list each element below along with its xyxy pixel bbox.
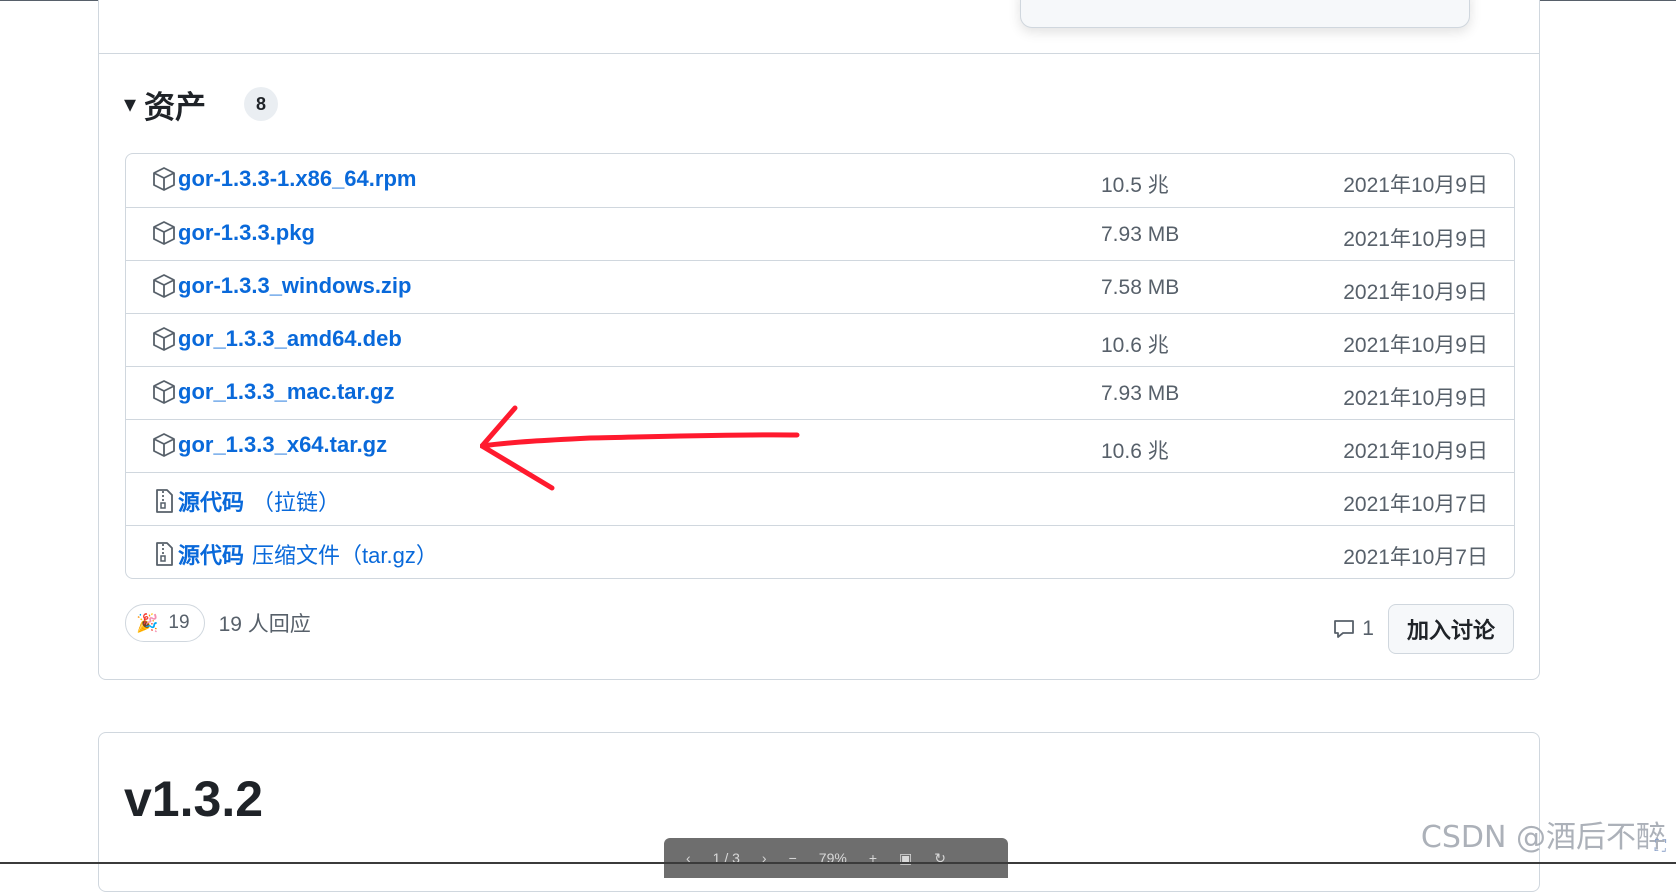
asset-date: 2021年10月7日 (1343, 546, 1488, 569)
file-zip-icon (152, 488, 176, 514)
reaction-summary: 19 人回应 (218, 613, 311, 636)
asset-link[interactable]: gor-1.3.3.pkg (152, 220, 315, 246)
asset-name[interactable]: gor_1.3.3_mac.tar.gz (178, 379, 394, 405)
package-icon (152, 166, 176, 192)
collapse-triangle-icon[interactable]: ▾ (124, 90, 142, 119)
asset-row: 源代码 压缩文件（tar.gz） 2021年10月7日 (126, 525, 1514, 578)
asset-size: 10.6 兆 (1101, 334, 1169, 357)
release-title[interactable]: v1.3.2 (124, 770, 263, 828)
asset-size: 7.58 MB (1101, 276, 1180, 299)
card-divider (99, 53, 1539, 54)
asset-link[interactable]: 源代码 （拉链） (152, 485, 340, 517)
asset-name[interactable]: 源代码 (178, 538, 244, 570)
package-icon (152, 379, 176, 405)
asset-row: gor_1.3.3_x64.tar.gz 10.6 兆 2021年10月9日 (126, 419, 1514, 472)
fit-page-icon[interactable]: ▣ (899, 850, 912, 867)
asset-name[interactable]: gor-1.3.3_windows.zip (178, 273, 411, 299)
asset-row: gor_1.3.3_amd64.deb 10.6 兆 2021年10月9日 (126, 313, 1514, 366)
asset-date: 2021年10月9日 (1343, 174, 1488, 197)
watermark: CSDN @酒后不醉 (1420, 820, 1666, 855)
file-zip-icon (152, 541, 176, 567)
asset-name[interactable]: 源代码 (178, 485, 244, 517)
reaction-button[interactable]: 🎉 19 (125, 604, 205, 642)
assets-title[interactable]: 资产 (144, 82, 206, 127)
assets-header[interactable]: ▾ 资产 8 (124, 82, 278, 127)
asset-date: 2021年10月9日 (1343, 387, 1488, 410)
assets-list: gor-1.3.3-1.x86_64.rpm 10.5 兆 2021年10月9日… (125, 153, 1515, 579)
asset-size: 7.93 MB (1101, 223, 1180, 246)
asset-link[interactable]: 源代码 压缩文件（tar.gz） (152, 538, 438, 570)
asset-date: 2021年10月9日 (1343, 228, 1488, 251)
asset-size: 10.5 兆 (1101, 174, 1169, 197)
asset-row: 源代码 （拉链） 2021年10月7日 (126, 472, 1514, 525)
asset-name[interactable]: gor_1.3.3_x64.tar.gz (178, 432, 387, 458)
rotate-icon[interactable]: ↻ (934, 850, 946, 867)
asset-size: 7.93 MB (1101, 382, 1180, 405)
red-arrow-annotation (480, 405, 800, 491)
package-icon (152, 220, 176, 246)
asset-row: gor-1.3.3.pkg 7.93 MB 2021年10月9日 (126, 207, 1514, 260)
package-icon (152, 326, 176, 352)
asset-date: 2021年10月7日 (1343, 493, 1488, 516)
comment-count[interactable]: 1 (1362, 617, 1374, 641)
asset-name[interactable]: gor-1.3.3-1.x86_64.rpm (178, 166, 416, 192)
asset-size: 10.6 兆 (1101, 440, 1169, 463)
assets-count-badge: 8 (244, 87, 278, 121)
dropdown-popup (1020, 0, 1470, 28)
asset-link[interactable]: gor-1.3.3-1.x86_64.rpm (152, 166, 416, 192)
reaction-count: 19 (168, 612, 190, 633)
asset-link[interactable]: gor_1.3.3_amd64.deb (152, 326, 402, 352)
comment-icon[interactable] (1332, 617, 1356, 641)
asset-link[interactable]: gor-1.3.3_windows.zip (152, 273, 411, 299)
asset-date: 2021年10月9日 (1343, 334, 1488, 357)
package-icon (152, 273, 176, 299)
asset-date: 2021年10月9日 (1343, 281, 1488, 304)
asset-name-suffix[interactable]: 压缩文件（tar.gz） (252, 538, 438, 570)
asset-link[interactable]: gor_1.3.3_mac.tar.gz (152, 379, 394, 405)
asset-link[interactable]: gor_1.3.3_x64.tar.gz (152, 432, 387, 458)
package-icon (152, 432, 176, 458)
asset-row: gor_1.3.3_mac.tar.gz 7.93 MB 2021年10月9日 (126, 366, 1514, 419)
asset-row: gor-1.3.3-1.x86_64.rpm 10.5 兆 2021年10月9日 (126, 154, 1514, 207)
asset-name-suffix[interactable]: （拉链） (252, 485, 340, 517)
asset-date: 2021年10月9日 (1343, 440, 1488, 463)
expand-icon[interactable]: ⛶ (1655, 838, 1666, 856)
reactions-bar: 🎉 19 19 人回应 (125, 604, 311, 642)
discussion-area: 1 加入讨论 (1332, 604, 1514, 654)
asset-row: gor-1.3.3_windows.zip 7.58 MB 2021年10月9日 (126, 260, 1514, 313)
asset-name[interactable]: gor_1.3.3_amd64.deb (178, 326, 402, 352)
join-discussion-button[interactable]: 加入讨论 (1387, 604, 1514, 654)
pdf-toolbar: ‹ 1 / 3 › − 79% + ▣ ↻ (664, 838, 1008, 878)
party-popper-icon: 🎉 (136, 612, 159, 633)
asset-name[interactable]: gor-1.3.3.pkg (178, 220, 315, 246)
